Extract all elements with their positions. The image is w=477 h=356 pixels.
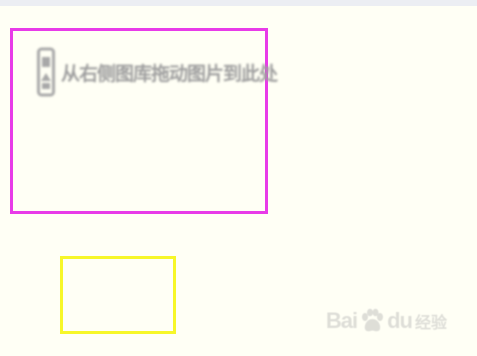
drop-hint-label: 从右侧图库拖动图片到此处: [61, 62, 278, 85]
image-upload-icon: [37, 47, 55, 97]
top-strip: [0, 0, 477, 6]
drop-hint: 从右侧图库拖动图片到此处: [37, 45, 278, 99]
image-drop-zone[interactable]: 从右侧图库拖动图片到此处: [10, 28, 278, 214]
watermark-right-text: du: [387, 308, 413, 333]
watermark-sub-text: 经验: [414, 313, 447, 332]
baidu-paw-icon: [362, 308, 384, 332]
secondary-drop-area[interactable]: [60, 256, 176, 334]
baidu-jingyan-watermark: Bai du 经验: [326, 308, 447, 334]
watermark-left-text: Bai: [325, 308, 358, 333]
